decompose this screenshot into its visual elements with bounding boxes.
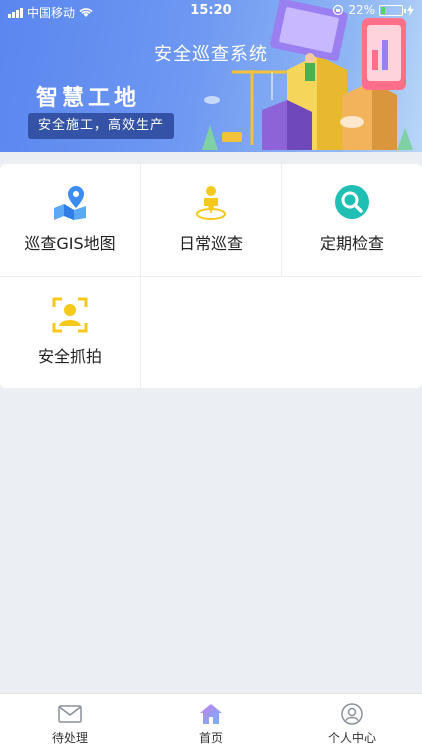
mail-icon (58, 702, 82, 726)
app-root: 中国移动 15:20 22% 安全巡查系统 智慧工地 安全施工，高效生产 巡查G… (0, 0, 422, 750)
tab-label: 待处理 (51, 731, 88, 745)
map-pin-icon (52, 184, 88, 220)
menu-item-periodic-check[interactable]: 定期检查 (282, 164, 422, 276)
menu-item-label: 定期检查 (319, 234, 384, 253)
menu-item-gis-map[interactable]: 巡查GIS地图 (0, 164, 140, 276)
tab-pending[interactable]: 待处理 (0, 694, 140, 750)
banner-slogan: 安全施工，高效生产 (28, 113, 175, 139)
tab-label: 首页 (198, 731, 223, 745)
function-grid: 巡查GIS地图 日常巡查 定期检查 安全抓拍 (0, 164, 422, 388)
header-banner: 中国移动 15:20 22% 安全巡查系统 智慧工地 安全施工，高效生产 (0, 0, 422, 152)
construction-illustration-icon (202, 0, 413, 150)
banner-headline: 智慧工地 (36, 86, 141, 111)
charging-icon (407, 4, 414, 16)
magnifier-icon (334, 184, 370, 220)
tab-home[interactable]: 首页 (141, 694, 281, 750)
user-icon (340, 702, 364, 726)
status-right: 22% (332, 3, 414, 17)
menu-item-label: 安全抓拍 (37, 347, 102, 366)
home-icon (199, 702, 223, 726)
bottom-tab-bar: 待处理 首页 个人中心 (0, 693, 422, 750)
menu-item-safety-capture[interactable]: 安全抓拍 (0, 277, 140, 388)
face-capture-icon (52, 297, 88, 333)
menu-item-label: 巡查GIS地图 (24, 234, 116, 253)
lock-rotation-icon (333, 4, 344, 16)
tab-label: 个人中心 (327, 731, 376, 745)
battery-icon (379, 4, 406, 16)
page-title: 安全巡查系统 (154, 44, 268, 65)
tab-profile[interactable]: 个人中心 (282, 694, 422, 750)
menu-item-label: 日常巡查 (178, 234, 243, 253)
person-pin-icon (193, 184, 229, 220)
battery-percent: 22% (348, 3, 375, 17)
menu-item-daily-patrol[interactable]: 日常巡查 (141, 164, 281, 276)
status-bar: 中国移动 15:20 22% (0, 0, 422, 22)
